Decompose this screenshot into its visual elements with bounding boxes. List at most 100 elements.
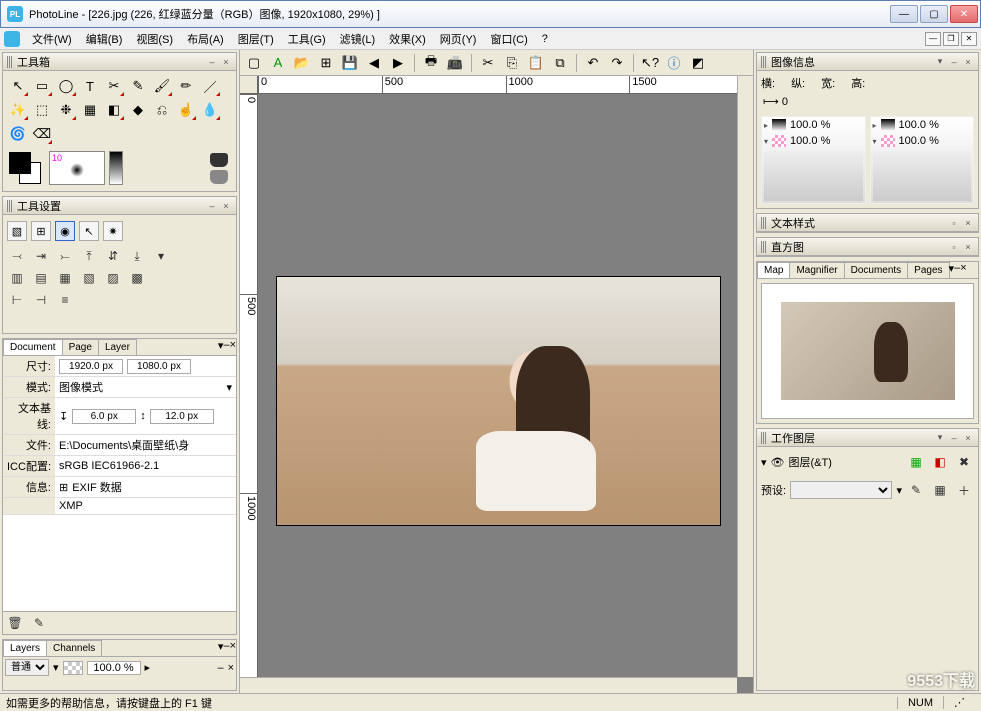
preset-save-icon[interactable]: ▦ bbox=[930, 481, 950, 499]
opacity-input[interactable] bbox=[87, 661, 141, 675]
dist-6-icon[interactable]: ▩ bbox=[127, 269, 147, 287]
navigator-preview[interactable] bbox=[761, 283, 974, 419]
stamp-tool[interactable]: ⎌ bbox=[151, 99, 173, 121]
new-group-icon[interactable]: ◧ bbox=[930, 453, 950, 471]
dist-4-icon[interactable]: ▧ bbox=[79, 269, 99, 287]
copy-icon[interactable]: ⎘ bbox=[502, 53, 522, 73]
spacing-2-icon[interactable]: ⊣ bbox=[31, 291, 51, 309]
print-icon[interactable]: 🖶 bbox=[421, 53, 441, 73]
blend-mode-select[interactable]: 普通 bbox=[5, 659, 49, 676]
panel-close-icon[interactable]: × bbox=[962, 241, 974, 253]
align-left-icon[interactable]: ⤙ bbox=[7, 247, 27, 265]
preset-select[interactable] bbox=[790, 481, 892, 499]
panel-close-icon[interactable]: × bbox=[230, 640, 236, 656]
panel-close-icon[interactable]: × bbox=[220, 56, 232, 68]
mode-btn-5[interactable]: ✷ bbox=[103, 221, 123, 241]
menu-effect[interactable]: 效果(X) bbox=[383, 29, 432, 49]
visibility-icon[interactable]: 👁 bbox=[771, 456, 785, 469]
foreground-color-swatch[interactable] bbox=[9, 152, 31, 174]
new-layer-icon[interactable]: ▦ bbox=[906, 453, 926, 471]
menu-layout[interactable]: 布局(A) bbox=[181, 29, 230, 49]
dist-2-icon[interactable]: ▤ bbox=[31, 269, 51, 287]
mdi-restore-button[interactable]: ❐ bbox=[943, 32, 959, 46]
align-hcenter-icon[interactable]: ⇥ bbox=[31, 247, 51, 265]
info-icon[interactable]: ⓘ bbox=[664, 53, 684, 73]
dist-3-icon[interactable]: ▦ bbox=[55, 269, 75, 287]
horizontal-scrollbar[interactable] bbox=[240, 677, 737, 693]
mode-btn-3[interactable]: ◉ bbox=[55, 221, 75, 241]
menu-edit[interactable]: 编辑(B) bbox=[80, 29, 129, 49]
align-menu-icon[interactable]: ▾ bbox=[151, 247, 171, 265]
panel-close-icon[interactable]: × bbox=[962, 432, 974, 444]
height-input[interactable] bbox=[127, 359, 191, 374]
mdi-close-button[interactable]: ✕ bbox=[961, 32, 977, 46]
next-icon[interactable]: ▶ bbox=[388, 53, 408, 73]
horizontal-ruler[interactable]: 050010001500 bbox=[258, 76, 753, 94]
panel-menu-icon[interactable]: ▾ bbox=[934, 56, 946, 68]
panel-min-icon[interactable]: – bbox=[217, 662, 223, 674]
menu-tools[interactable]: 工具(G) bbox=[282, 29, 332, 49]
prev-icon[interactable]: ◀ bbox=[364, 53, 384, 73]
document-image[interactable] bbox=[276, 276, 721, 526]
dist-1-icon[interactable]: ▥ bbox=[7, 269, 27, 287]
tab-page[interactable]: Page bbox=[62, 339, 99, 355]
heal-tool[interactable]: ❉ bbox=[55, 99, 77, 121]
canvas-area[interactable]: 050010001500 05001000 bbox=[240, 76, 753, 693]
width-input[interactable] bbox=[59, 359, 123, 374]
rect-select-tool[interactable]: ▭ bbox=[31, 75, 53, 97]
gradient-preview[interactable] bbox=[109, 151, 123, 185]
window-close-button[interactable]: ✕ bbox=[950, 5, 978, 23]
preset-add-icon[interactable]: ＋ bbox=[954, 481, 974, 499]
mdi-minimize-button[interactable]: — bbox=[925, 32, 941, 46]
preset-dropdown-icon[interactable]: ▾ bbox=[896, 484, 902, 497]
tab-layers[interactable]: Layers bbox=[3, 640, 47, 656]
panel-menu-icon[interactable]: ▾ bbox=[934, 432, 946, 444]
cut-icon[interactable]: ✂ bbox=[478, 53, 498, 73]
trash-icon[interactable]: 🗑 bbox=[5, 614, 25, 632]
tab-pages[interactable]: Pages bbox=[907, 262, 949, 278]
align-bottom-icon[interactable]: ⤓ bbox=[127, 247, 147, 265]
crop-tool[interactable]: ✂ bbox=[103, 75, 125, 97]
baseline1-input[interactable] bbox=[72, 409, 136, 424]
align-right-icon[interactable]: ⤚ bbox=[55, 247, 75, 265]
menu-web[interactable]: 网页(Y) bbox=[434, 29, 483, 49]
panel-close-icon[interactable]: × bbox=[228, 662, 234, 674]
mode-btn-2[interactable]: ⊞ bbox=[31, 221, 51, 241]
browse-icon[interactable]: ⊞ bbox=[316, 53, 336, 73]
mode-dropdown-icon[interactable]: ▾ bbox=[226, 381, 232, 394]
line-tool[interactable]: ／ bbox=[199, 75, 221, 97]
vertical-scrollbar[interactable] bbox=[737, 76, 753, 677]
tab-layer[interactable]: Layer bbox=[98, 339, 137, 355]
collapse-icon[interactable]: ▾ bbox=[761, 456, 767, 469]
cat-icon-black[interactable] bbox=[210, 153, 228, 167]
text-tool[interactable]: T bbox=[79, 75, 101, 97]
spacing-3-icon[interactable]: ≡ bbox=[55, 291, 75, 309]
gradient-icon[interactable]: ◩ bbox=[688, 53, 708, 73]
tab-document[interactable]: Document bbox=[3, 339, 63, 355]
dist-5-icon[interactable]: ▨ bbox=[103, 269, 123, 287]
help-pointer-icon[interactable]: ↖? bbox=[640, 53, 660, 73]
blend-dropdown-icon[interactable]: ▾ bbox=[53, 661, 59, 674]
tab-map[interactable]: Map bbox=[757, 262, 790, 278]
window-minimize-button[interactable]: — bbox=[890, 5, 918, 23]
gradient-tool[interactable]: ▦ bbox=[79, 99, 101, 121]
window-maximize-button[interactable]: ▢ bbox=[920, 5, 948, 23]
tab-magnifier[interactable]: Magnifier bbox=[789, 262, 844, 278]
new-text-icon[interactable]: A bbox=[268, 53, 288, 73]
color-swatches[interactable] bbox=[9, 152, 45, 184]
scan-icon[interactable]: 📠 bbox=[445, 53, 465, 73]
pencil-tool[interactable]: ✏ bbox=[175, 75, 197, 97]
move-tool[interactable]: ↖ bbox=[7, 75, 29, 97]
spacing-1-icon[interactable]: ⊢ bbox=[7, 291, 27, 309]
vertical-ruler[interactable]: 05001000 bbox=[240, 94, 258, 693]
marquee-tool[interactable]: ⬚ bbox=[31, 99, 53, 121]
paste-icon[interactable]: 📋 bbox=[526, 53, 546, 73]
layer-name[interactable]: 图层(&T) bbox=[789, 454, 832, 470]
align-top-icon[interactable]: ⤒ bbox=[79, 247, 99, 265]
preset-edit-icon[interactable]: ✎ bbox=[906, 481, 926, 499]
save-icon[interactable]: 💾 bbox=[340, 53, 360, 73]
blur-tool[interactable]: 💧 bbox=[199, 99, 221, 121]
cat-icon-gray[interactable] bbox=[210, 170, 228, 184]
tab-channels[interactable]: Channels bbox=[46, 640, 102, 656]
ruler-origin[interactable] bbox=[240, 76, 258, 94]
